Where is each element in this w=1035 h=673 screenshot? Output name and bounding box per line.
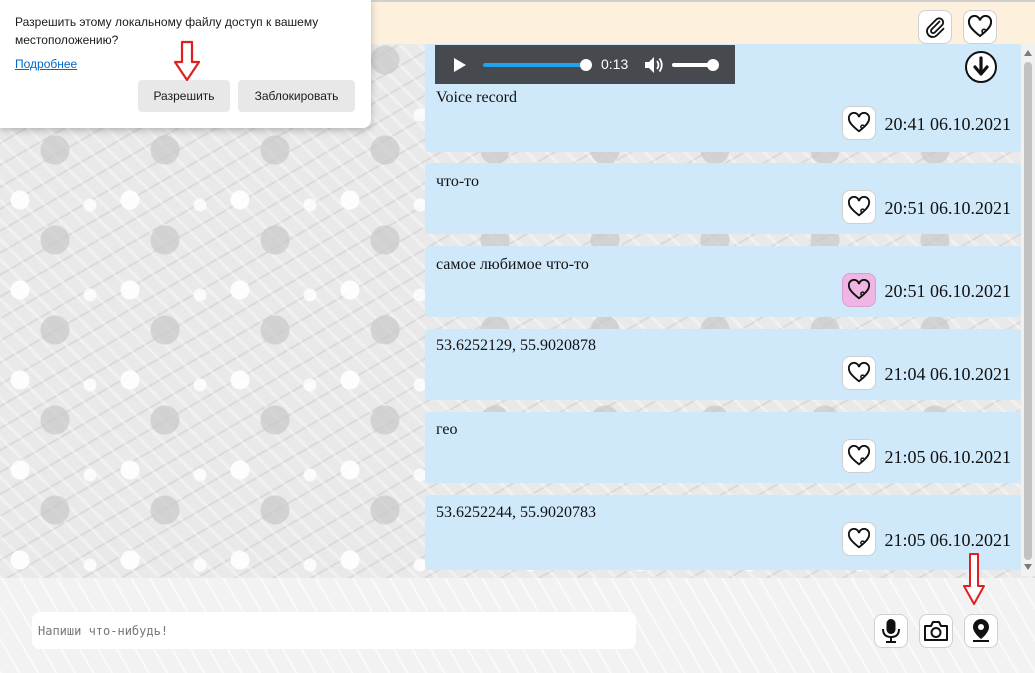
voice-record-button[interactable] [874, 614, 908, 648]
message-text: что-то [436, 173, 479, 190]
heart-icon [847, 279, 871, 300]
paperclip-icon [926, 17, 945, 38]
volume-slider-track[interactable] [672, 63, 712, 67]
message-time: 20:51 06.10.2021 [884, 198, 1011, 218]
message-bubble: самое любимое что-то 20:51 06.10.2021 [425, 246, 1022, 317]
message-time: 21:05 06.10.2021 [884, 530, 1011, 550]
favorites-button[interactable] [963, 10, 997, 44]
like-button[interactable] [842, 106, 876, 140]
audio-progress-thumb[interactable] [580, 59, 592, 71]
message-bubble: гео 21:05 06.10.2021 [425, 412, 1022, 483]
message-time: 21:05 06.10.2021 [884, 447, 1011, 467]
message-text: 53.6252129, 55.9020878 [436, 337, 596, 354]
audio-time: 0:13 [601, 56, 629, 72]
message-text: гео [436, 421, 458, 438]
message-text: Voice record [436, 89, 517, 106]
audio-progress-track[interactable] [483, 63, 587, 67]
scrollbar[interactable] [1021, 44, 1035, 576]
scroll-down-arrow[interactable] [1024, 564, 1032, 570]
message-input[interactable] [32, 612, 636, 649]
message-text: 53.6252244, 55.9020783 [436, 504, 596, 521]
heart-icon [847, 445, 871, 466]
more-info-link[interactable]: Подробнее [15, 57, 77, 71]
like-button[interactable] [842, 439, 876, 473]
scroll-up-arrow[interactable] [1024, 50, 1032, 56]
heart-icon [847, 112, 871, 133]
camera-icon [924, 621, 948, 641]
play-icon[interactable] [453, 57, 467, 73]
message-bubble: 53.6252244, 55.9020783 21:05 06.10.2021 [425, 495, 1022, 570]
heart-icon [847, 196, 871, 217]
annotation-arrow-down [173, 40, 201, 82]
composer-bar [0, 578, 1035, 673]
attach-button[interactable] [918, 10, 952, 44]
like-button[interactable] [842, 522, 876, 556]
message-list: 0:13 Voice record 20:41 06.10.2021 что-т… [425, 44, 1022, 576]
location-button[interactable] [964, 614, 998, 648]
message-time: 20:41 06.10.2021 [884, 114, 1011, 134]
download-button[interactable] [964, 50, 998, 84]
heart-icon [847, 362, 871, 383]
like-button[interactable] [842, 190, 876, 224]
message-text: самое любимое что-то [436, 256, 589, 273]
scroll-thumb[interactable] [1024, 62, 1032, 560]
download-icon [965, 51, 997, 83]
microphone-icon [882, 619, 900, 643]
map-pin-icon [973, 619, 989, 642]
message-bubble-voice: 0:13 Voice record 20:41 06.10.2021 [425, 44, 1022, 152]
heart-icon [847, 528, 871, 549]
volume-slider-thumb[interactable] [707, 59, 719, 71]
message-bubble: что-то 20:51 06.10.2021 [425, 163, 1022, 234]
volume-icon[interactable] [644, 56, 664, 74]
block-button[interactable]: Заблокировать [238, 80, 355, 112]
like-button[interactable] [842, 356, 876, 390]
annotation-arrow-down [963, 553, 985, 605]
message-time: 21:04 06.10.2021 [884, 364, 1011, 384]
like-button-active[interactable] [842, 273, 876, 307]
camera-button[interactable] [919, 614, 953, 648]
message-time: 20:51 06.10.2021 [884, 281, 1011, 301]
audio-player: 0:13 [435, 45, 735, 84]
heart-icon [967, 15, 993, 38]
message-bubble: 53.6252129, 55.9020878 21:04 06.10.2021 [425, 329, 1022, 400]
allow-button[interactable]: Разрешить [138, 80, 230, 112]
